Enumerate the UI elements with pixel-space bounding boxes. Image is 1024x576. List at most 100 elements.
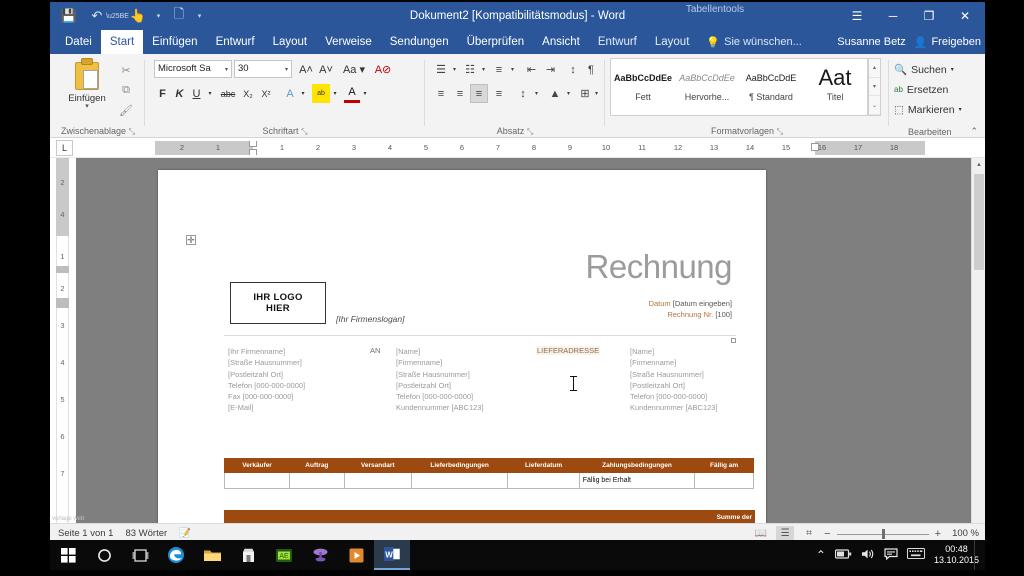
highlight-button[interactable]: ab (312, 84, 330, 103)
proofing-icon[interactable]: 📝 (179, 528, 191, 539)
media-app-icon[interactable] (302, 540, 338, 570)
cell-verkaeufer[interactable] (223, 472, 291, 489)
clipboard-dialog-launcher-icon[interactable]: ⤡ (129, 127, 135, 136)
file-explorer-icon[interactable] (194, 540, 230, 570)
player-icon[interactable] (338, 540, 374, 570)
numbering-button[interactable]: ☷ (461, 60, 479, 79)
cell-auftrag[interactable] (289, 472, 345, 489)
restore-icon[interactable]: ❐ (911, 2, 947, 30)
edge-icon[interactable] (158, 540, 194, 570)
horizontal-ruler[interactable]: 2 1 1 2 3 4 5 6 7 8 9 10 11 12 13 14 15 … (155, 141, 925, 155)
zoom-in-button[interactable]: + (935, 528, 941, 540)
right-indent-marker[interactable] (811, 143, 819, 151)
invoice-items-table[interactable]: Summe der (224, 510, 755, 523)
cell-zahlungsbedingungen[interactable]: Fällig bei Erhalt (578, 472, 696, 489)
touch-mode-caret-icon[interactable]: ▾ (153, 4, 164, 28)
invoice-details-table[interactable]: Verkäufer Auftrag Versandart Lieferbedin… (223, 458, 754, 489)
recipient-address-block[interactable]: [Name] [Firmenname] [Straße Hausnummer] … (396, 346, 484, 414)
scroll-up-icon[interactable]: ▲ (972, 158, 985, 172)
select-caret-icon[interactable]: ▾ (959, 106, 962, 113)
style-item-standard[interactable]: AaBbCcDdE ¶ Standard (739, 59, 803, 115)
cut-icon[interactable]: ✂ (116, 60, 136, 80)
sender-address-block[interactable]: [Ihr Firmenname] [Straße Hausnummer] [Po… (228, 346, 305, 414)
action-center-icon[interactable] (884, 547, 898, 563)
clock[interactable]: 00:48 13.10.2015 (934, 544, 979, 566)
clear-formatting-icon[interactable]: A⊘ (372, 60, 394, 79)
show-desktop-button[interactable] (974, 540, 979, 570)
tab-start[interactable]: Start (100, 30, 144, 54)
styles-scroll-down-icon[interactable]: ▾ (869, 78, 880, 97)
text-effects-caret-icon[interactable]: ▾ (298, 84, 308, 103)
styles-more-icon[interactable]: ⌄ (869, 96, 880, 116)
line-spacing-caret-icon[interactable]: ▾ (532, 84, 541, 103)
cell-lieferbedingungen[interactable] (410, 472, 509, 489)
cell-versandart[interactable] (343, 472, 412, 489)
decrease-indent-button[interactable]: ⇤ (522, 60, 541, 79)
strikethrough-button[interactable]: abc (217, 84, 239, 103)
tab-layout[interactable]: Layout (264, 30, 317, 54)
customize-qat-icon[interactable]: ▾ (194, 4, 205, 28)
shading-button[interactable]: ▲ (546, 84, 564, 103)
multilevel-caret-icon[interactable]: ▾ (508, 60, 517, 79)
subscript-button[interactable]: X₂ (239, 84, 257, 103)
vruler-row-handle2[interactable] (56, 298, 69, 308)
word-taskbar-icon[interactable]: W (374, 540, 410, 570)
styles-scroll-up-icon[interactable]: ▴ (869, 59, 880, 78)
tab-ansicht[interactable]: Ansicht (533, 30, 589, 54)
ribbon-display-options-icon[interactable]: ☰ (839, 2, 875, 30)
bullets-caret-icon[interactable]: ▾ (450, 60, 459, 79)
font-size-input[interactable]: 30 ▾ (234, 60, 292, 78)
change-case-icon[interactable]: Aa ▾ (340, 60, 368, 79)
sort-button[interactable]: ↕ (564, 60, 582, 79)
close-icon[interactable]: ✕ (947, 2, 983, 30)
align-center-button[interactable]: ≡ (451, 84, 469, 103)
style-item-fett[interactable]: AaBbCcDdEe Fett (611, 59, 675, 115)
table-row[interactable]: Fällig bei Erhalt (223, 472, 754, 489)
read-mode-button[interactable]: 📖 (752, 526, 770, 540)
tab-sendungen[interactable]: Sendungen (381, 30, 458, 54)
text-effects-button[interactable]: A (282, 84, 298, 103)
page-info[interactable]: Seite 1 von 1 (58, 528, 113, 539)
keyboard-icon[interactable] (906, 548, 925, 562)
web-layout-button[interactable]: ⌗ (800, 526, 818, 540)
invoice-title[interactable]: Rechnung (586, 248, 733, 286)
highlight-caret-icon[interactable]: ▾ (330, 84, 340, 103)
document-canvas[interactable]: ✛ IHR LOGO HIER [Ihr Firmenslogan] Rechn… (76, 158, 971, 523)
align-right-button[interactable]: ≡ (470, 84, 488, 103)
volume-icon[interactable] (861, 548, 875, 563)
style-item-hervorheben[interactable]: AaBbCcDdEe Hervorhe... (675, 59, 739, 115)
font-dialog-launcher-icon[interactable]: ⤡ (301, 127, 307, 136)
left-indent-marker[interactable] (249, 149, 257, 155)
vertical-ruler[interactable]: 2 4 1 2 3 4 5 6 7 (50, 158, 76, 523)
scrollbar-thumb[interactable] (974, 174, 984, 270)
font-name-input[interactable]: Microsoft Sa ▾ (154, 60, 232, 78)
camtasia-icon[interactable]: AE (266, 540, 302, 570)
styles-dialog-launcher-icon[interactable]: ⤡ (777, 127, 783, 136)
italic-button[interactable]: K (171, 84, 188, 103)
find-caret-icon[interactable]: ▾ (951, 66, 954, 73)
select-button[interactable]: ⬚ Markieren ▾ (894, 100, 962, 119)
start-button[interactable] (50, 540, 86, 570)
minimize-icon[interactable]: ─ (875, 2, 911, 30)
justify-button[interactable]: ≡ (490, 84, 508, 103)
align-left-button[interactable]: ≡ (432, 84, 450, 103)
vertical-scrollbar[interactable]: ▲ (971, 158, 985, 523)
undo-caret-icon[interactable]: \u25BE (106, 4, 129, 28)
font-size-chevron-down-icon[interactable]: ▾ (285, 66, 288, 73)
print-layout-button[interactable]: ☰ (776, 526, 795, 540)
table-move-handle[interactable]: ✛ (186, 235, 196, 245)
tell-me-box[interactable]: 💡 Sie wünschen... (698, 30, 809, 54)
zoom-out-button[interactable]: − (824, 528, 830, 540)
first-line-indent-marker[interactable] (249, 141, 257, 147)
new-document-icon[interactable]: 🗋 (166, 4, 192, 28)
shading-caret-icon[interactable]: ▾ (564, 84, 573, 103)
account-name[interactable]: Susanne Betz (837, 36, 906, 48)
borders-caret-icon[interactable]: ▾ (592, 84, 601, 103)
tab-einfuegen[interactable]: Einfügen (143, 30, 206, 54)
tab-datei[interactable]: Datei (56, 30, 101, 54)
underline-caret-icon[interactable]: ▾ (205, 84, 215, 103)
cell-lieferdatum[interactable] (507, 472, 580, 489)
invoice-date-row[interactable]: Datum [Datum eingeben] (649, 298, 732, 309)
table-resize-handle[interactable] (731, 338, 736, 343)
zoom-slider-thumb[interactable] (881, 528, 885, 539)
